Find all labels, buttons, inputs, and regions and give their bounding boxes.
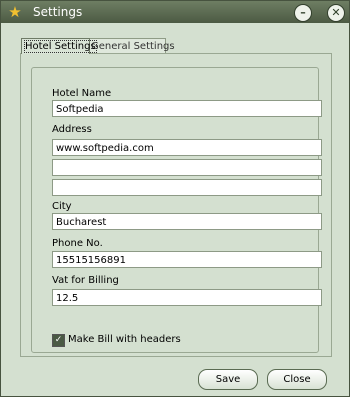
close-icon: ✕ (331, 6, 341, 19)
close-window-button[interactable]: ✕ (327, 4, 345, 22)
hotel-settings-group: Hotel Name Softpedia Address www.softped… (31, 67, 322, 353)
minimize-icon: – (300, 6, 306, 19)
hotel-name-field[interactable]: Softpedia (52, 100, 322, 117)
star-icon: ★ (8, 3, 22, 21)
address-line-2-field[interactable] (52, 159, 322, 176)
minimize-button[interactable]: – (294, 4, 312, 22)
make-bill-checkbox[interactable]: ✓ (52, 334, 65, 347)
tab-panel: Hotel Name Softpedia Address www.softped… (20, 53, 332, 357)
save-button[interactable]: Save (198, 369, 258, 390)
address-line-1-field[interactable]: www.softpedia.com (52, 139, 322, 156)
tab-hotel-settings-label: Hotel Settings (24, 40, 97, 53)
vat-label: Vat for Billing (52, 275, 119, 286)
make-bill-label: Make Bill with headers (68, 334, 181, 345)
settings-window: ★ Settings – ✕ Hotel Settings General Se… (0, 0, 350, 397)
address-label: Address (52, 124, 92, 135)
address-line-3-field[interactable] (52, 179, 322, 196)
city-field[interactable]: Bucharest (52, 213, 322, 230)
phone-field[interactable]: 15515156891 (52, 251, 322, 268)
phone-label: Phone No. (52, 238, 103, 249)
tab-hotel-settings[interactable]: Hotel Settings (21, 38, 97, 54)
title-bar[interactable]: ★ Settings – ✕ (1, 1, 349, 23)
window-title: Settings (33, 5, 83, 19)
tab-general-settings-label: General Settings (91, 41, 175, 52)
close-button[interactable]: Close (267, 369, 327, 390)
vat-field[interactable]: 12.5 (52, 289, 322, 306)
hotel-name-label: Hotel Name (52, 88, 112, 99)
city-label: City (52, 201, 72, 212)
tab-general-settings[interactable]: General Settings (87, 38, 175, 54)
